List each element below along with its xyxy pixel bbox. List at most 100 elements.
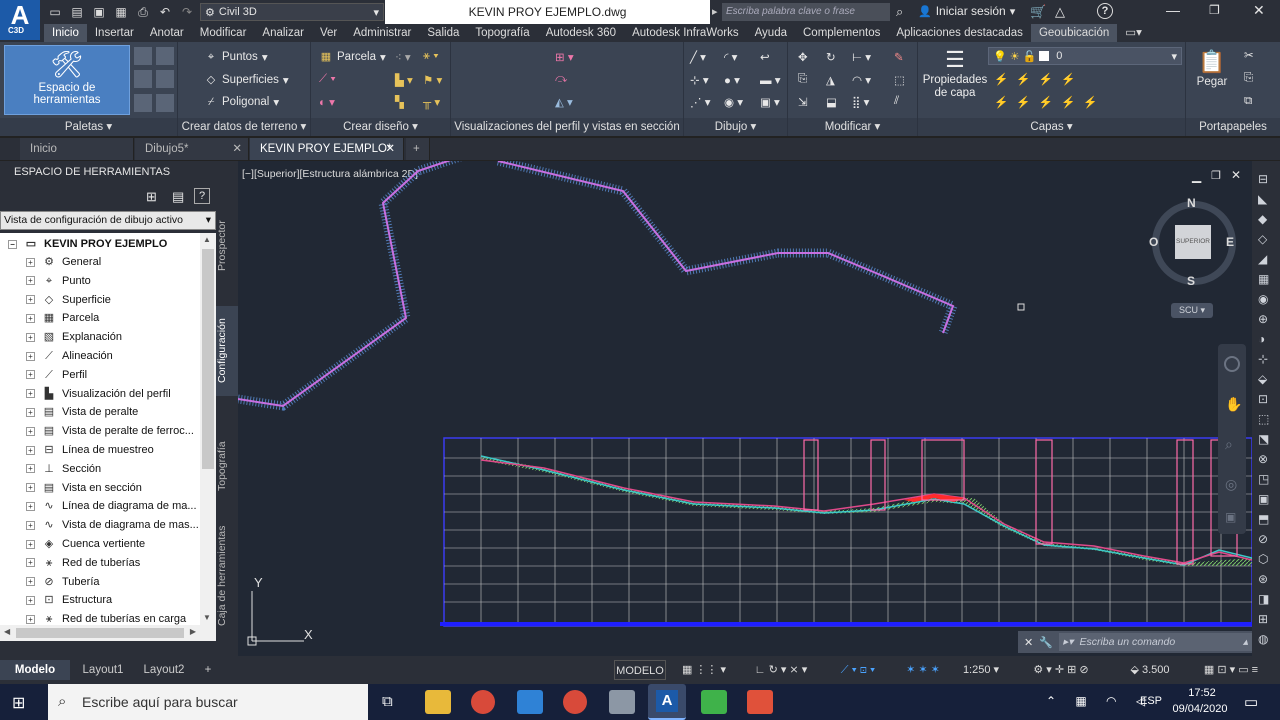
tab-autodesk-360[interactable]: Autodesk 360 [538, 24, 624, 42]
offset-icon[interactable]: ⫽ [894, 95, 899, 108]
panel-title-dibujo[interactable]: Dibujo ▾ [684, 118, 787, 136]
compass-e[interactable]: E [1226, 235, 1234, 249]
tree-item[interactable]: + ∿ Vista de diagrama de mas... [26, 516, 199, 534]
workspace-tools[interactable]: ⚙ ▾ ✛ ⊞ ⊘ [1006, 660, 1116, 680]
status-customize[interactable]: ▦ ⊡ ▾ ▭ ≡ [1182, 660, 1280, 680]
open-file-icon[interactable]: ▤ [66, 2, 88, 22]
mirror-icon[interactable]: ◮ [826, 73, 835, 87]
tree-item[interactable]: + ⌖ Punto [26, 272, 91, 290]
expand-icon[interactable]: + [26, 257, 35, 267]
tree-item[interactable]: + ∿ Línea de diagrama de ma... [26, 497, 197, 515]
command-close-icon[interactable]: ✕ [1024, 636, 1033, 649]
rotate-icon[interactable]: ↻ [826, 50, 836, 64]
cut-icon[interactable]: ✂ [1244, 48, 1254, 62]
tree-item[interactable]: + ▤ Vista en sección [26, 479, 142, 497]
ortho-polar-toggles[interactable]: ∟ ↻ ▾ ⨯ ▾ [736, 660, 826, 680]
search-input[interactable]: Escriba palabra clave o frase [722, 3, 890, 21]
model-space-toggle[interactable]: MODELO [614, 660, 666, 680]
arc-icon[interactable]: ◜ ▾ [724, 50, 737, 64]
rectangle-icon[interactable]: ▬ ▾ [760, 73, 780, 87]
superficies-button[interactable]: ◇ Superficies ▾ [204, 73, 289, 87]
grid-icon[interactable] [156, 94, 174, 112]
triangle-icon[interactable]: △ [1055, 4, 1065, 20]
expand-icon[interactable]: + [26, 539, 35, 549]
compass-s[interactable]: S [1187, 274, 1195, 288]
expand-icon[interactable]: + [26, 276, 35, 286]
line-icon[interactable]: ╱ ▾ [690, 50, 706, 64]
layout-tab-1[interactable]: Layout1 [74, 660, 132, 680]
circle-icon[interactable]: ● ▾ [724, 73, 740, 87]
expand-icon[interactable]: + [26, 407, 35, 417]
print-icon[interactable]: ⎙ [132, 2, 154, 22]
expand-icon[interactable]: + [26, 351, 35, 361]
value-display[interactable]: ⬙ 3.500 [1120, 660, 1180, 680]
tree-item[interactable]: + ◇ Superficie [26, 291, 111, 309]
expand-icon[interactable]: + [26, 595, 35, 605]
tab-configuracion[interactable]: Configuración [216, 306, 238, 396]
array-icon[interactable]: ⣿ ▾ [852, 95, 869, 109]
polygon-icon[interactable]: ⊹ ▾ [690, 73, 709, 87]
tab-infraworks[interactable]: Autodesk InfraWorks [624, 24, 747, 42]
notifications-icon[interactable]: ▭ [1244, 693, 1258, 711]
alignment-icon[interactable]: ⟋ ▾ [319, 73, 336, 86]
toolspace-view-select[interactable]: Vista de configuración de dibujo activo ▾ [0, 211, 216, 230]
tab-modificar[interactable]: Modificar [192, 24, 255, 42]
expand-icon[interactable]: + [26, 483, 35, 493]
list-view-icon[interactable]: ▤ [172, 189, 184, 205]
tree-item[interactable]: + ⊟ Línea de muestreo [26, 441, 154, 459]
tab-analizar[interactable]: Analizar [254, 24, 312, 42]
tab-prospector[interactable]: Prospector [216, 211, 238, 281]
pressure-icon[interactable]: ╥ ▾ [423, 95, 440, 109]
expand-icon[interactable]: + [26, 313, 35, 323]
fillet-icon[interactable]: ◠ ▾ [852, 73, 871, 87]
layer-tools-row2[interactable]: ⚡⚡⚡⚡⚡ [994, 95, 1106, 109]
stretch-icon[interactable]: ⇲ [798, 95, 808, 109]
tab-insertar[interactable]: Insertar [87, 24, 142, 42]
tree-item[interactable]: + ⟋ Perfil [26, 366, 87, 384]
ucs-menu[interactable]: SCU ▾ [1171, 303, 1213, 318]
expand-icon[interactable]: + [26, 332, 35, 342]
expand-icon[interactable]: + [26, 577, 35, 587]
toolbox-icon[interactable] [156, 70, 174, 88]
tab-inicio[interactable]: Inicio [44, 24, 87, 42]
tree-item[interactable]: + ⊡ Estructura [26, 591, 112, 609]
restore-button[interactable]: ❐ [1209, 3, 1220, 17]
region-icon[interactable]: ▣ ▾ [760, 95, 780, 109]
panel-title-paletas[interactable]: Paletas ▾ [0, 118, 177, 136]
scale-icon[interactable]: ⬓ [826, 95, 837, 109]
chrome-icon-2[interactable] [563, 690, 587, 714]
tab-geoubicacion[interactable]: Geoubicación [1030, 24, 1118, 42]
compass-w[interactable]: O [1149, 235, 1158, 249]
windows-start-icon[interactable]: ⊞ [12, 693, 25, 713]
tab-ayuda[interactable]: Ayuda [747, 24, 795, 42]
mail-icon[interactable] [517, 690, 543, 714]
clock-time[interactable]: 17:52 [1172, 687, 1232, 699]
corridor-icon[interactable]: ◐ ▾ [319, 95, 335, 109]
doc-tab-dibujo5[interactable]: Dibujo5* ✕ [135, 138, 249, 160]
new-tab-button[interactable]: + [406, 138, 430, 160]
trim-icon[interactable]: ⊢ ▾ [852, 50, 871, 64]
paste-button[interactable]: 📋 Pegar [1192, 48, 1232, 88]
move-icon[interactable]: ✥ [798, 50, 808, 64]
save-as-icon[interactable]: ▦ [110, 2, 132, 22]
polyline-icon[interactable]: ↩ [760, 50, 770, 64]
model-space-canvas[interactable]: [−][Superior][Estructura alámbrica 2D] Y… [238, 161, 1252, 656]
expand-icon[interactable]: + [26, 370, 35, 380]
tree-root[interactable]: − ▭ KEVIN PROY EJEMPLO [8, 235, 167, 253]
tree-item[interactable]: + ▙ Visualización del perfil [26, 385, 171, 403]
layers-icon[interactable] [134, 70, 152, 88]
save-icon[interactable]: ▣ [88, 2, 110, 22]
panel-title-modificar[interactable]: Modificar ▾ [788, 118, 917, 136]
explode-icon[interactable]: ⬚ [894, 73, 905, 87]
tab-topografia-palette[interactable]: Topografía [216, 431, 238, 501]
tree-item[interactable]: + ⊘ Tubería [26, 573, 100, 591]
tree-item[interactable]: + ⟋ Alineación [26, 347, 113, 365]
copy-icon[interactable]: ⎘ [798, 73, 807, 86]
expand-icon[interactable]: + [26, 558, 35, 568]
expand-icon[interactable]: + [26, 614, 35, 624]
tab-administrar[interactable]: Administrar [345, 24, 419, 42]
profile-view-icon[interactable]: ⊞ ▾ [555, 50, 574, 64]
layer-select[interactable]: 💡 ☀ 🔓 0 ▾ [988, 47, 1182, 65]
file-explorer-icon[interactable] [425, 690, 451, 714]
tree-item[interactable]: + ◈ Cuenca vertiente [26, 535, 145, 553]
